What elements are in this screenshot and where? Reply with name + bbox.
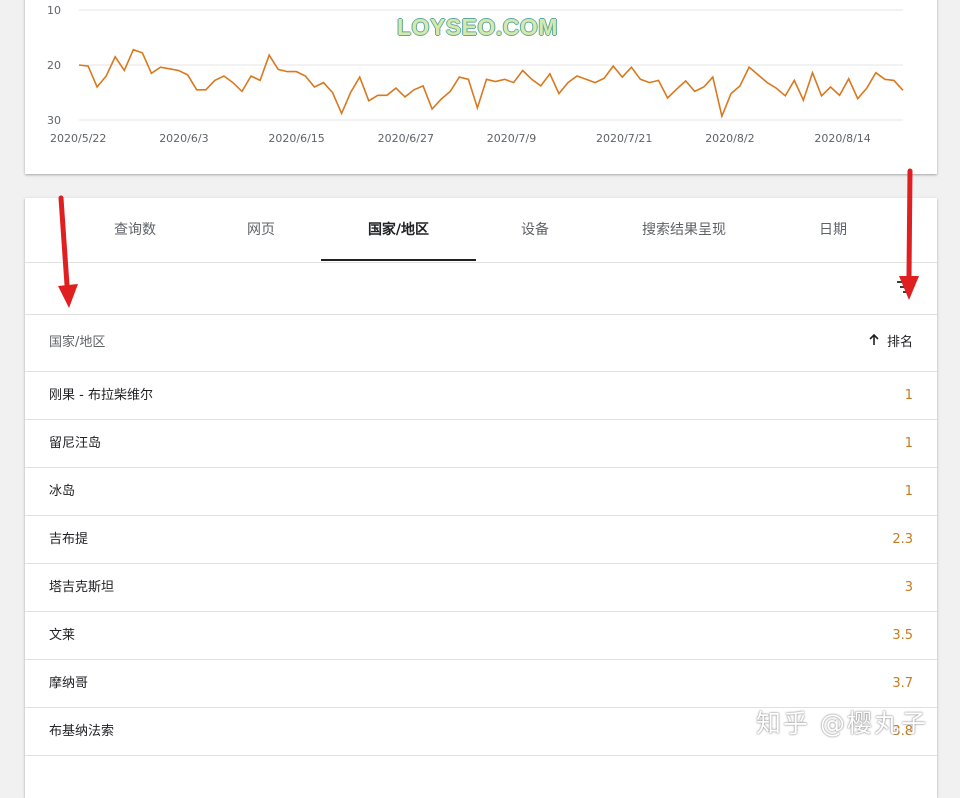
column-header-rank[interactable]: 排名 [869, 315, 913, 371]
table-row[interactable]: 吉布提 2.3 [25, 516, 937, 564]
x-tick-label: 2020/7/21 [596, 132, 652, 145]
zhihu-watermark: 知乎 @樱丸子 [756, 709, 928, 738]
x-tick-label: 2020/6/3 [159, 132, 208, 145]
active-tab-indicator [321, 259, 476, 261]
x-tick-label: 2020/8/14 [814, 132, 870, 145]
table-body: 刚果 - 布拉柴维尔 1 留尼汪岛 1 冰岛 1 吉布提 2.3 塔吉克斯坦 3… [25, 372, 937, 756]
arrow-up-icon [869, 334, 879, 345]
tab-devices[interactable]: 设备 [480, 198, 590, 262]
x-tick-label: 2020/7/9 [487, 132, 536, 145]
y-tick-label: 20 [47, 59, 61, 72]
rank-series-line [78, 48, 904, 119]
cell-rank: 2.3 [892, 532, 913, 547]
cell-country: 塔吉克斯坦 [49, 580, 115, 595]
cell-country: 刚果 - 布拉柴维尔 [49, 388, 153, 403]
dimension-tabs: 查询数 网页 国家/地区 设备 搜索结果呈现 日期 [25, 198, 937, 263]
tab-countries[interactable]: 国家/地区 [321, 198, 476, 262]
x-tick-label: 2020/5/22 [50, 132, 106, 145]
performance-chart-card: 10 20 30 2020/5/22 2020/6/3 2020/6/15 2020/6/… [25, 0, 937, 174]
table-row[interactable]: 刚果 - 布拉柴维尔 1 [25, 372, 937, 420]
table-header: 国家/地区 排名 [25, 315, 937, 372]
column-header-country[interactable]: 国家/地区 [49, 315, 105, 371]
cell-rank: 1 [904, 436, 913, 451]
cell-rank: 3.5 [892, 628, 913, 643]
cell-country: 摩纳哥 [49, 676, 89, 691]
cell-country: 布基纳法索 [49, 724, 115, 739]
table-row[interactable]: 塔吉克斯坦 3 [25, 564, 937, 612]
filter-icon[interactable] [895, 277, 915, 297]
cell-rank: 1 [904, 484, 913, 499]
table-row[interactable]: 摩纳哥 3.7 [25, 660, 937, 708]
cell-country: 留尼汪岛 [49, 436, 102, 451]
column-header-rank-label: 排名 [886, 335, 913, 350]
cell-rank: 1 [904, 388, 913, 403]
loyseo-watermark-logo: LOYSEO.COM [397, 14, 558, 40]
cell-rank: 3.7 [892, 676, 913, 691]
table-row[interactable]: 留尼汪岛 1 [25, 420, 937, 468]
cell-country: 吉布提 [49, 532, 89, 547]
table-toolbar [25, 262, 937, 315]
x-tick-label: 2020/6/15 [268, 132, 324, 145]
cell-country: 冰岛 [49, 484, 76, 499]
cell-rank: 3 [904, 580, 913, 595]
x-tick-label: 2020/6/27 [378, 132, 434, 145]
y-tick-label: 30 [47, 114, 61, 127]
tab-queries[interactable]: 查询数 [61, 198, 209, 262]
tab-search-appearance[interactable]: 搜索结果呈现 [608, 198, 760, 262]
tab-pages[interactable]: 网页 [209, 198, 313, 262]
table-row[interactable]: 冰岛 1 [25, 468, 937, 516]
table-row[interactable]: 文莱 3.5 [25, 612, 937, 660]
y-tick-label: 10 [47, 4, 61, 17]
x-tick-label: 2020/8/2 [705, 132, 754, 145]
tab-dates[interactable]: 日期 [770, 198, 896, 262]
cell-country: 文莱 [49, 628, 76, 643]
